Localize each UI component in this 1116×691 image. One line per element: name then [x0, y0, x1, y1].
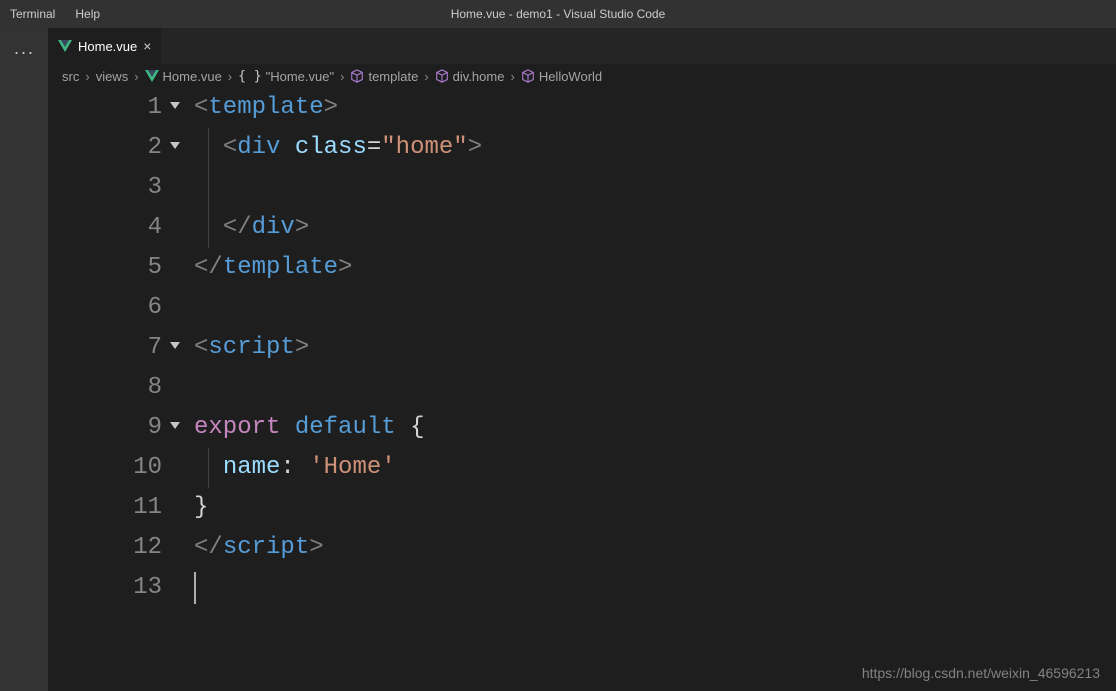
line-number: 13 [48, 568, 162, 608]
menu-item-help[interactable]: Help [65, 0, 110, 28]
code-line[interactable] [194, 288, 1116, 328]
code-line[interactable]: <div class="home"> [194, 128, 1116, 168]
chevron-right-icon: › [508, 69, 516, 84]
code-lines[interactable]: <template> <div class="home"> </div></te… [188, 88, 1116, 691]
line-number: 5 [48, 248, 162, 288]
code-line[interactable]: </div> [194, 208, 1116, 248]
line-number: 7 [48, 328, 162, 368]
tab-home-vue[interactable]: Home.vue × [48, 28, 162, 64]
breadcrumb-item[interactable]: src [62, 69, 79, 84]
cube-icon [350, 69, 364, 83]
code-line[interactable]: </script> [194, 528, 1116, 568]
breadcrumb-item[interactable]: Home.vue [145, 69, 222, 84]
chevron-right-icon: › [83, 69, 91, 84]
breadcrumb-item[interactable]: HelloWorld [521, 69, 602, 84]
line-number: 4 [48, 208, 162, 248]
titlebar: Terminal Help Home.vue - demo1 - Visual … [0, 0, 1116, 28]
code-line[interactable]: </template> [194, 248, 1116, 288]
chevron-right-icon: › [422, 69, 430, 84]
code-line[interactable]: <script> [194, 328, 1116, 368]
breadcrumb-label: div.home [453, 69, 505, 84]
line-number: 9 [48, 408, 162, 448]
main-row: ··· Home.vue × src›views›Home.vue›{ }"Ho… [0, 28, 1116, 691]
breadcrumb-item[interactable]: { } "Home.vue" [238, 69, 334, 84]
breadcrumb-label: template [368, 69, 418, 84]
line-number: 8 [48, 368, 162, 408]
activity-bar: ··· [0, 28, 48, 691]
vue-icon [145, 70, 159, 82]
chevron-right-icon: › [132, 69, 140, 84]
line-number: 12 [48, 528, 162, 568]
tab-label: Home.vue [78, 39, 137, 54]
breadcrumb-label: HelloWorld [539, 69, 602, 84]
cube-icon [521, 69, 535, 83]
tab-bar: Home.vue × [48, 28, 1116, 64]
code-line[interactable] [194, 568, 1116, 608]
code-line[interactable]: export default { [194, 408, 1116, 448]
cube-icon [435, 69, 449, 83]
watermark: https://blog.csdn.net/weixin_46596213 [862, 665, 1100, 681]
chevron-right-icon: › [226, 69, 234, 84]
code-line[interactable] [194, 368, 1116, 408]
line-number: 10 [48, 448, 162, 488]
window-title: Home.vue - demo1 - Visual Studio Code [0, 7, 1116, 21]
line-number: 11 [48, 488, 162, 528]
editor-area: Home.vue × src›views›Home.vue›{ }"Home.v… [48, 28, 1116, 691]
code-line[interactable]: } [194, 488, 1116, 528]
line-number: 6 [48, 288, 162, 328]
braces-icon: { } [238, 69, 261, 84]
breadcrumb-label: src [62, 69, 79, 84]
overflow-menu-icon[interactable]: ··· [14, 42, 35, 63]
breadcrumb-item[interactable]: div.home [435, 69, 505, 84]
breadcrumb-item[interactable]: views [96, 69, 129, 84]
line-number: 2 [48, 128, 162, 168]
line-number: 1 [48, 88, 162, 128]
code-line[interactable]: <template> [194, 88, 1116, 128]
breadcrumb-label: Home.vue [163, 69, 222, 84]
breadcrumb-label: views [96, 69, 129, 84]
line-number: 3 [48, 168, 162, 208]
code-line[interactable] [194, 168, 1116, 208]
vue-icon [58, 40, 72, 52]
code-line[interactable]: name: 'Home' [194, 448, 1116, 488]
breadcrumb-label: "Home.vue" [266, 69, 334, 84]
line-number-gutter: 12345678910111213 [48, 88, 188, 691]
chevron-right-icon: › [338, 69, 346, 84]
menu-item-terminal[interactable]: Terminal [0, 0, 65, 28]
breadcrumb: src›views›Home.vue›{ }"Home.vue"›templat… [48, 64, 1116, 88]
breadcrumb-item[interactable]: template [350, 69, 418, 84]
code-editor[interactable]: 12345678910111213 <template> <div class=… [48, 88, 1116, 691]
close-icon[interactable]: × [143, 38, 151, 54]
